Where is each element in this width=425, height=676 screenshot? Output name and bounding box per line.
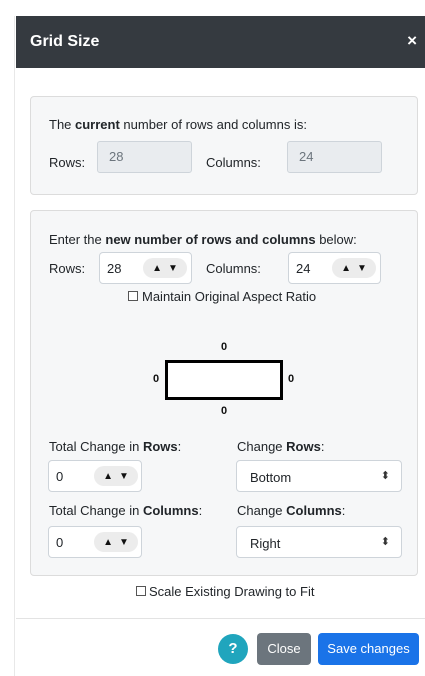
- new-rows-spinner[interactable]: 28 ▲ ▼: [99, 252, 192, 284]
- scale-drawing-label: Scale Existing Drawing to Fit: [149, 584, 315, 599]
- up-down-arrows-icon[interactable]: ▲ ▼: [94, 532, 138, 552]
- total-change-rows-label: Total Change in Rows:: [49, 439, 182, 454]
- help-button[interactable]: ?: [218, 634, 248, 664]
- new-columns-label: Columns:: [206, 261, 261, 276]
- up-down-arrows-icon[interactable]: ▲ ▼: [94, 466, 138, 486]
- total-change-columns-label: Total Change in Columns:: [49, 503, 203, 518]
- total-change-columns-spinner[interactable]: 0 ▲ ▼: [48, 526, 142, 558]
- change-rows-selected: Bottom: [250, 470, 292, 485]
- current-rows-field: 28: [97, 141, 192, 173]
- change-columns-selected: Right: [250, 536, 281, 551]
- diagram-left-value: 0: [153, 373, 160, 385]
- change-columns-select[interactable]: Right ⬍: [236, 526, 402, 558]
- current-rows-label: Rows:: [49, 155, 86, 170]
- change-rows-label: Change Rows:: [237, 439, 325, 454]
- up-down-arrows-icon[interactable]: ▲ ▼: [332, 258, 376, 278]
- diagram-right-value: 0: [288, 373, 295, 385]
- up-down-arrows-icon[interactable]: ▲ ▼: [143, 258, 187, 278]
- diagram-top-value: 0: [221, 341, 228, 353]
- maintain-aspect-checkbox[interactable]: [128, 291, 138, 301]
- new-size-intro: Enter the new number of rows and columns…: [49, 232, 357, 247]
- current-size-intro: The current number of rows and columns i…: [49, 117, 307, 132]
- sort-caret-icon: ⬍: [380, 470, 390, 482]
- diagram-bottom-value: 0: [221, 405, 228, 417]
- save-changes-button[interactable]: Save changes: [318, 633, 419, 665]
- change-rows-select[interactable]: Bottom ⬍: [236, 460, 402, 492]
- footer-divider: [16, 618, 425, 619]
- modal-header: Grid Size ×: [16, 16, 425, 68]
- sort-caret-icon: ⬍: [380, 536, 390, 548]
- close-icon[interactable]: ×: [407, 31, 417, 51]
- grid-size-modal: Grid Size × The current number of rows a…: [16, 16, 425, 676]
- maintain-aspect-label: Maintain Original Aspect Ratio: [142, 289, 317, 304]
- close-button[interactable]: Close: [257, 633, 311, 665]
- change-columns-label: Change Columns:: [237, 503, 346, 518]
- new-rows-value: 28: [107, 261, 122, 276]
- new-columns-spinner[interactable]: 24 ▲ ▼: [288, 252, 381, 284]
- current-columns-label: Columns:: [206, 155, 261, 170]
- modal-title: Grid Size: [30, 33, 100, 50]
- current-size-panel: The current number of rows and columns i…: [30, 96, 418, 195]
- total-change-columns-value: 0: [56, 535, 64, 550]
- window-shadow-left: [14, 16, 15, 676]
- total-change-rows-value: 0: [56, 469, 64, 484]
- scale-drawing-checkbox[interactable]: [136, 586, 146, 596]
- new-rows-label: Rows:: [49, 261, 86, 276]
- new-columns-value: 24: [296, 261, 311, 276]
- grid-preview-box: [165, 360, 283, 400]
- current-columns-field: 24: [287, 141, 382, 173]
- total-change-rows-spinner[interactable]: 0 ▲ ▼: [48, 460, 142, 492]
